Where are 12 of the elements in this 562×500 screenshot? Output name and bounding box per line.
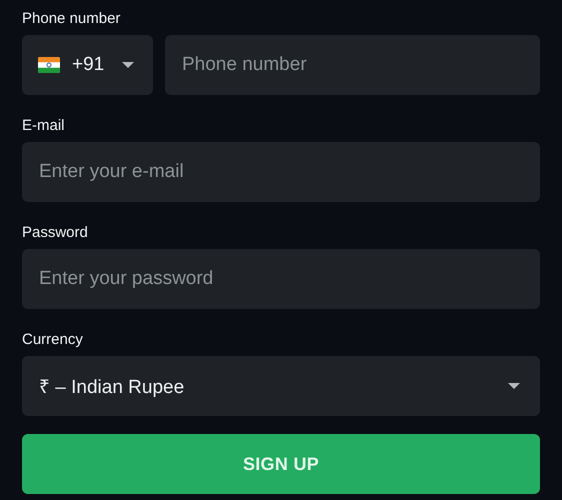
country-code-select[interactable]: +91 bbox=[22, 35, 153, 95]
input-field[interactable]: Enter your e-mail bbox=[22, 142, 540, 202]
input-field[interactable]: Enter your password bbox=[22, 249, 540, 309]
caret-icon bbox=[508, 383, 520, 389]
flag-icon bbox=[38, 57, 60, 73]
field-label: Phone number bbox=[22, 10, 122, 28]
currency-select[interactable]: ₹ – Indian Rupee bbox=[22, 356, 540, 416]
caret-icon bbox=[122, 62, 134, 68]
phone-field[interactable]: Phone number bbox=[165, 35, 540, 95]
field-label: Password bbox=[22, 224, 89, 242]
field-label: E-mail bbox=[22, 117, 66, 135]
field-label: Currency bbox=[22, 331, 84, 349]
